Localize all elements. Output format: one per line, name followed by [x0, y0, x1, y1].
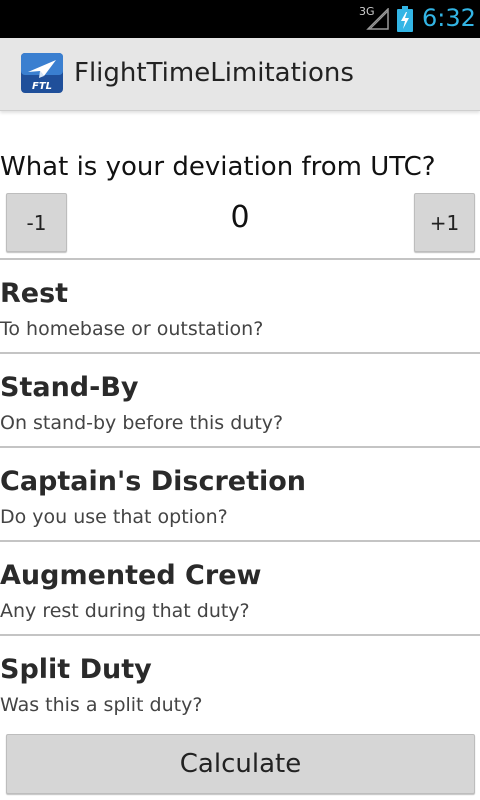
option-title: Split Duty — [0, 654, 152, 685]
option-augmented-crew[interactable]: Augmented Crew Any rest during that duty… — [0, 542, 480, 634]
utc-question-label: What is your deviation from UTC? — [0, 152, 436, 182]
option-rest[interactable]: Rest To homebase or outstation? — [0, 260, 480, 352]
option-subtitle: Any rest during that duty? — [0, 600, 250, 622]
app-logo-text: FTL — [32, 81, 52, 92]
option-subtitle: Do you use that option? — [0, 506, 228, 528]
option-title: Augmented Crew — [0, 560, 262, 591]
option-split-duty[interactable]: Split Duty Was this a split duty? — [0, 636, 480, 728]
status-bar: 3G 6:32 — [0, 0, 480, 38]
option-title: Stand-By — [0, 372, 139, 403]
app-title: FlightTimeLimitations — [74, 58, 354, 88]
option-stand-by[interactable]: Stand-By On stand-by before this duty? — [0, 354, 480, 446]
action-bar: FTL FlightTimeLimitations — [0, 38, 480, 111]
battery-charging-icon — [397, 6, 413, 32]
option-subtitle: Was this a split duty? — [0, 694, 203, 716]
app-logo-icon[interactable]: FTL — [20, 52, 64, 94]
utc-decrement-button[interactable]: -1 — [6, 193, 67, 252]
utc-value-display: 0 — [230, 200, 250, 235]
signal-strength-icon — [366, 8, 389, 30]
option-captains-discretion[interactable]: Captain's Discretion Do you use that opt… — [0, 448, 480, 540]
status-clock: 6:32 — [422, 4, 476, 32]
calculate-button[interactable]: Calculate — [6, 734, 475, 794]
option-title: Captain's Discretion — [0, 466, 307, 497]
option-subtitle: On stand-by before this duty? — [0, 412, 284, 434]
utc-increment-button[interactable]: +1 — [414, 193, 475, 252]
option-subtitle: To homebase or outstation? — [0, 318, 264, 340]
option-title: Rest — [0, 278, 69, 309]
